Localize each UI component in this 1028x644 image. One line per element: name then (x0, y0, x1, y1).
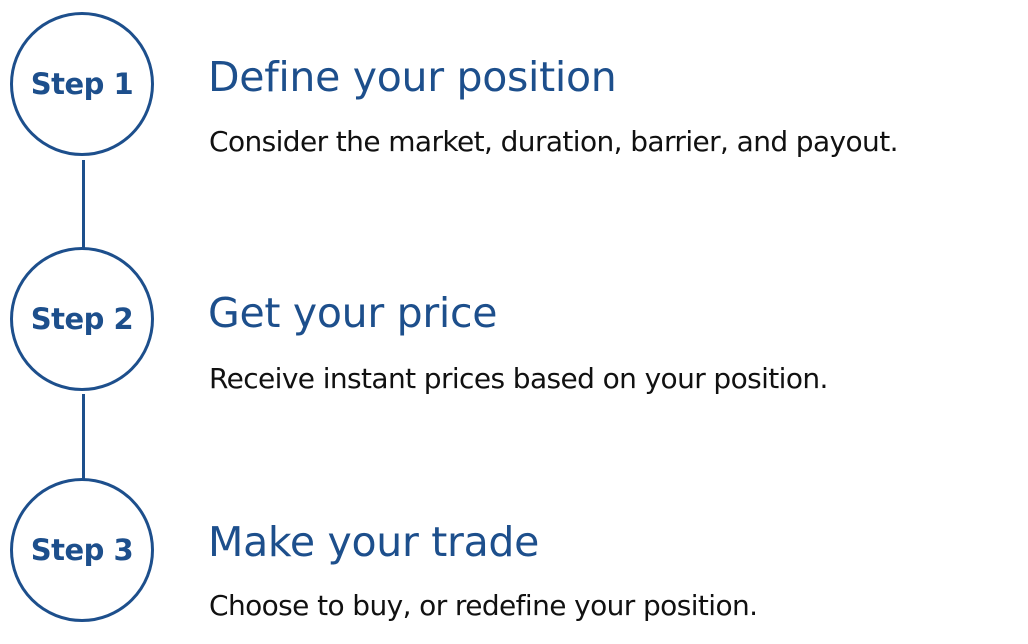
step-2-title: Get your price (208, 289, 498, 337)
step-1-title: Define your position (208, 53, 617, 101)
step-2-description: Receive instant prices based on your pos… (209, 362, 828, 395)
connector-line-2-3 (82, 394, 85, 484)
step-2-label: Step 2 (30, 302, 134, 336)
step-3-title: Make your trade (208, 518, 540, 566)
step-3-description: Choose to buy, or redefine your position… (209, 589, 758, 622)
step-1-description: Consider the market, duration, barrier, … (209, 125, 898, 158)
step-3-circle: Step 3 (10, 478, 154, 622)
step-2-circle: Step 2 (10, 247, 154, 391)
step-1-circle: Step 1 (10, 12, 154, 156)
step-3-label: Step 3 (30, 533, 134, 567)
connector-line-1-2 (82, 160, 85, 252)
step-1-label: Step 1 (30, 67, 134, 101)
